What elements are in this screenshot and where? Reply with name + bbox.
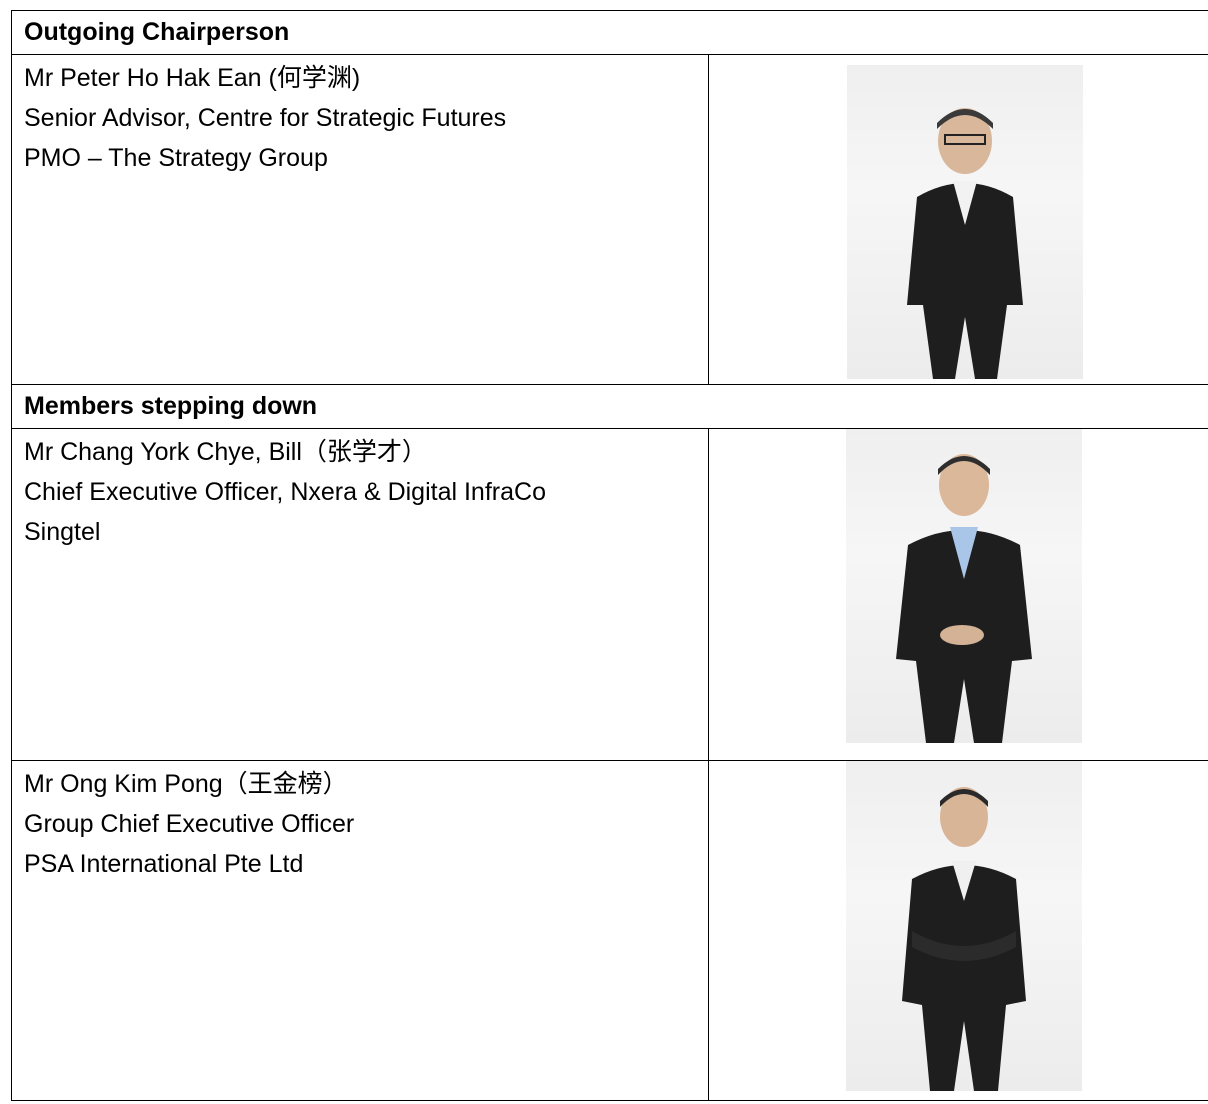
person-photo-cell [708, 54, 1208, 385]
section-header-row: Outgoing Chairperson [11, 10, 1208, 55]
person-row: Mr Chang York Chye, Bill（张学才） Chief Exec… [11, 428, 1208, 761]
person-info-cell: Mr Peter Ho Hak Ean (何学渊) Senior Advisor… [11, 54, 709, 385]
person-title: Senior Advisor, Centre for Strategic Fut… [24, 104, 507, 132]
portrait-figure-icon [896, 454, 1032, 743]
person-title: Group Chief Executive Officer [24, 810, 355, 838]
person-organisation: PSA International Pte Ltd [24, 850, 304, 878]
person-name: Mr Ong Kim Pong（王金榜） [24, 770, 348, 798]
portrait-photo [846, 761, 1082, 1091]
portrait-figure-icon [902, 787, 1026, 1091]
person-row: Mr Ong Kim Pong（王金榜） Group Chief Executi… [11, 760, 1208, 1101]
person-organisation: PMO – The Strategy Group [24, 144, 328, 172]
section-header-row: Members stepping down [11, 384, 1208, 429]
person-info-cell: Mr Ong Kim Pong（王金榜） Group Chief Executi… [11, 760, 709, 1101]
portrait-photo [847, 65, 1083, 379]
person-info-cell: Mr Chang York Chye, Bill（张学才） Chief Exec… [11, 428, 709, 761]
portrait-photo [846, 429, 1082, 743]
portrait-figure-icon [907, 108, 1023, 379]
person-title: Chief Executive Officer, Nxera & Digital… [24, 478, 546, 506]
members-stepping-down-heading: Members stepping down [11, 384, 1208, 429]
members-table: Outgoing Chairperson Mr Peter Ho Hak Ean… [11, 10, 1208, 1101]
person-name: Mr Peter Ho Hak Ean (何学渊) [24, 64, 361, 92]
person-photo-cell [708, 428, 1208, 761]
person-name: Mr Chang York Chye, Bill（张学才） [24, 438, 427, 466]
person-photo-cell [708, 760, 1208, 1101]
outgoing-chairperson-heading: Outgoing Chairperson [11, 10, 1208, 55]
person-row: Mr Peter Ho Hak Ean (何学渊) Senior Advisor… [11, 54, 1208, 385]
person-organisation: Singtel [24, 518, 101, 546]
